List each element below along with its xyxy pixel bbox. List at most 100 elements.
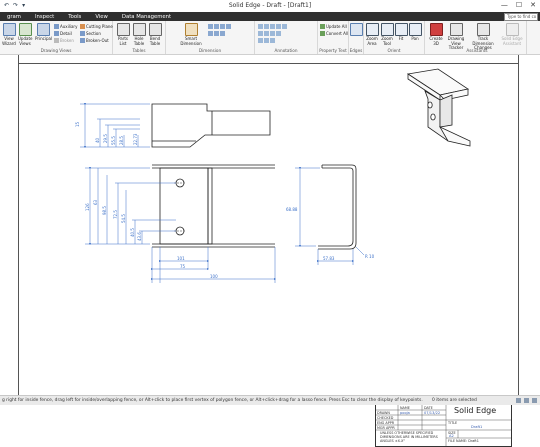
hole-table-button[interactable]: Hole Table bbox=[132, 23, 146, 46]
chamfer-dimension-icon bbox=[214, 31, 219, 36]
annotation-row-3[interactable] bbox=[258, 38, 275, 43]
symmetric-diameter-icon bbox=[226, 24, 231, 29]
radial-dimension-icon bbox=[220, 31, 225, 36]
update-all-button[interactable]: Update All bbox=[320, 24, 347, 29]
coordinate-dimension-icon bbox=[220, 24, 225, 29]
section-icon bbox=[80, 31, 85, 36]
parts-list-button[interactable]: Parts List bbox=[116, 23, 130, 46]
fit-button[interactable]: Fit bbox=[395, 23, 408, 42]
group-label-dimension: Dimension bbox=[198, 48, 222, 53]
bend-table-label: Bend Table bbox=[149, 36, 161, 46]
cutting-plane-button[interactable]: Cutting Plane bbox=[80, 24, 113, 29]
dimension-tool-2[interactable] bbox=[208, 31, 225, 36]
view-wizard-button[interactable]: View Wizard bbox=[2, 23, 16, 46]
hole-table-label: Hole Table bbox=[133, 36, 145, 46]
drawing-view-tracker-button[interactable]: Drawing View Tracker bbox=[445, 23, 467, 51]
menu-view[interactable]: View bbox=[88, 14, 115, 20]
create-3d-label: Create 3D bbox=[429, 36, 443, 46]
tb-checked-label: CHECKED bbox=[377, 415, 394, 420]
group-label-annotation: Annotation bbox=[274, 48, 298, 53]
tb-header-name: NAME bbox=[400, 405, 410, 410]
group-label-drawing-views: Drawing Views bbox=[40, 48, 72, 53]
zoom-area-icon bbox=[365, 23, 379, 36]
tb-file-name: FILE NAME: Draft1 bbox=[448, 439, 479, 443]
view-wizard-label: View Wizard bbox=[2, 36, 16, 46]
pan-label: Pan bbox=[411, 36, 419, 41]
broken-icon bbox=[54, 38, 59, 43]
broken-out-button[interactable]: Broken-Out bbox=[80, 38, 109, 43]
angle-dimension-icon bbox=[214, 24, 219, 29]
zoom-tool-button[interactable]: Zoom Tool bbox=[380, 23, 394, 46]
zoom-tool-icon bbox=[380, 23, 394, 36]
close-icon[interactable]: ✕ bbox=[530, 1, 536, 9]
track-dimension-changes-button[interactable]: Track Dimension Changes bbox=[469, 23, 497, 51]
annotation-row-2[interactable] bbox=[258, 31, 281, 36]
annotation-row-1[interactable] bbox=[258, 24, 287, 29]
tb-title-value: Draft1 bbox=[471, 425, 483, 429]
front-dim-0: 15 bbox=[75, 121, 80, 127]
text-icon bbox=[258, 38, 263, 43]
datum-target-icon bbox=[270, 31, 275, 36]
solid-edge-assistant-button[interactable]: Solid Edge Assistant bbox=[499, 23, 525, 46]
edges-button[interactable] bbox=[350, 23, 363, 37]
top-view bbox=[152, 164, 275, 248]
top-bottom-dim-2: 100 bbox=[210, 274, 218, 279]
auxiliary-button[interactable]: Auxiliary bbox=[54, 24, 77, 29]
principal-button[interactable]: Principal bbox=[35, 23, 52, 42]
dimension-tool-1[interactable] bbox=[208, 24, 231, 29]
tb-size-value: A2 bbox=[449, 434, 454, 438]
top-dim-5: 40.5 bbox=[130, 228, 135, 237]
edge-condition-icon bbox=[282, 24, 287, 29]
menu-data-management[interactable]: Data Management bbox=[115, 14, 178, 20]
top-dim-0: 126 bbox=[85, 203, 90, 211]
menu-program[interactable]: gram bbox=[0, 14, 28, 20]
callout-icon bbox=[258, 24, 263, 29]
top-dim-2: 98.5 bbox=[102, 206, 107, 215]
solid-edge-logo: Solid Edge bbox=[454, 406, 497, 415]
detail-button[interactable]: Detail bbox=[54, 31, 72, 36]
pan-button[interactable]: Pan bbox=[409, 23, 422, 42]
tb-eng-appr-label: ENG APPR bbox=[377, 420, 395, 425]
group-label-edges: Edges bbox=[349, 48, 363, 53]
group-label-orient: Orient bbox=[387, 48, 401, 53]
minimize-icon[interactable]: — bbox=[501, 1, 508, 9]
status-fit-icon[interactable] bbox=[524, 398, 529, 403]
tb-header-date: DATE bbox=[424, 405, 433, 410]
convert-all-button[interactable]: Convert All bbox=[320, 31, 348, 36]
smart-dimension-icon bbox=[184, 23, 198, 36]
hole-table-icon bbox=[132, 23, 146, 36]
zoom-tool-label: Zoom Tool bbox=[381, 36, 393, 46]
section-button[interactable]: Section bbox=[80, 31, 101, 36]
smart-dimension-button[interactable]: Smart Dimension bbox=[180, 23, 202, 46]
solid-edge-assistant-label: Solid Edge Assistant bbox=[501, 36, 523, 46]
group-label-property-text: Property Text bbox=[319, 48, 347, 53]
update-views-button[interactable]: Update Views bbox=[18, 23, 33, 46]
broken-button[interactable]: Broken bbox=[54, 38, 74, 43]
broken-out-icon bbox=[80, 38, 85, 43]
bend-table-button[interactable]: Bend Table bbox=[148, 23, 162, 46]
zoom-area-button[interactable]: Zoom Area bbox=[365, 23, 379, 46]
side-view-dimensions bbox=[295, 167, 365, 265]
status-zoom-icon[interactable] bbox=[516, 398, 521, 403]
balloon-icon bbox=[264, 24, 269, 29]
tb-drawn-name: pooja bbox=[400, 410, 410, 415]
group-drawing-views: View Wizard Update Views Principal Auxil… bbox=[0, 21, 113, 54]
menu-tools[interactable]: Tools bbox=[61, 14, 88, 20]
group-assistants: Create 3D Drawing View Tracker Track Dim… bbox=[428, 21, 527, 54]
maximize-icon[interactable]: ☐ bbox=[516, 1, 522, 9]
view-wizard-icon bbox=[2, 23, 16, 36]
menu-inspect[interactable]: Inspect bbox=[28, 14, 61, 20]
side-dim-0: 68.88 bbox=[286, 207, 298, 212]
drawing-sheet[interactable]: 15 40 29.5 55.5 28.5 22.73 126 63 98.5 7… bbox=[0, 55, 540, 447]
linear-dimension-icon bbox=[208, 24, 213, 29]
command-search-input[interactable]: Type to find co bbox=[504, 13, 538, 21]
front-view bbox=[151, 103, 271, 148]
bend-table-icon bbox=[148, 23, 162, 36]
create-3d-button[interactable]: Create 3D bbox=[429, 23, 443, 46]
status-pan-icon[interactable] bbox=[532, 398, 537, 403]
cutting-plane-label: Cutting Plane bbox=[86, 24, 113, 29]
front-extra-dim: 22.73 bbox=[133, 133, 138, 145]
zoom-area-label: Zoom Area bbox=[366, 36, 378, 46]
leader-icon bbox=[276, 31, 281, 36]
parts-list-icon bbox=[116, 23, 130, 36]
